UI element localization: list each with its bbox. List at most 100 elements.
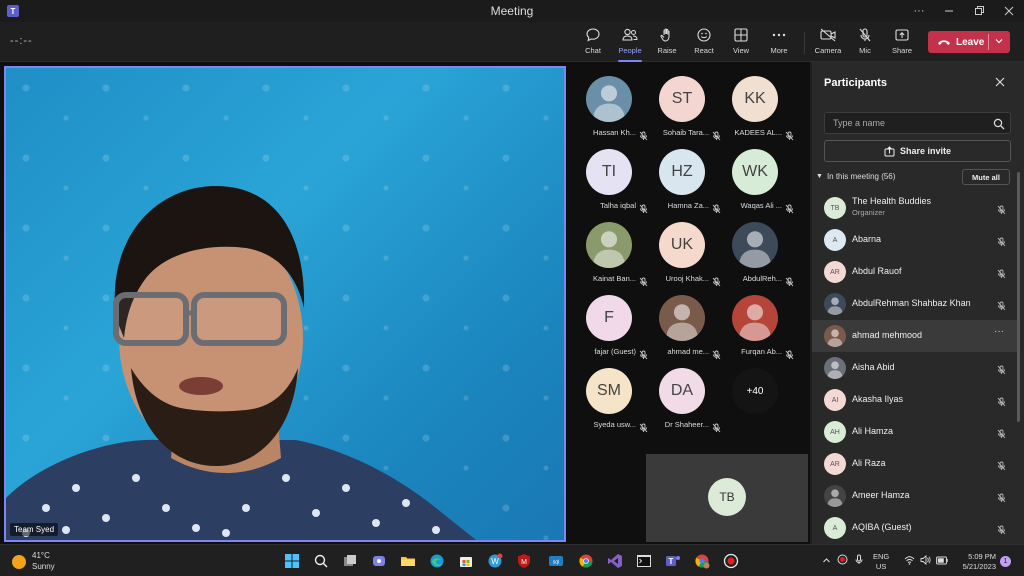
notification-badge[interactable]: 1 [1000, 556, 1011, 567]
chat-icon [585, 26, 601, 44]
close-icon[interactable] [994, 75, 1006, 93]
chevron-up-icon[interactable] [822, 552, 831, 570]
screen-recorder-icon[interactable] [720, 550, 742, 572]
chat-button[interactable]: Chat [575, 26, 611, 60]
participant-row[interactable]: Aisha Abid [812, 352, 1018, 384]
participant-tile[interactable]: Hassan Kh... [572, 70, 648, 142]
svg-text:M: M [521, 559, 527, 566]
participant-name: KADEES AL... [734, 128, 782, 137]
mute-all-button[interactable]: Mute all [962, 169, 1010, 185]
store-icon[interactable] [455, 550, 477, 572]
mic-off-icon[interactable] [997, 202, 1006, 220]
mic-off-icon[interactable] [997, 490, 1006, 508]
participant-avatar: HZ [659, 149, 705, 195]
share-button[interactable]: Share [884, 26, 920, 60]
panel-scrollbar[interactable] [1017, 172, 1020, 422]
mic-button[interactable]: Mic [847, 26, 883, 60]
taskbar-search-icon[interactable] [310, 550, 332, 572]
in-meeting-section-toggle[interactable]: ▼ In this meeting (56) [816, 172, 895, 181]
participant-tile[interactable]: Ffajar (Guest) [572, 289, 648, 361]
more-options-icon[interactable]: ··· [994, 326, 1004, 337]
quick-settings[interactable] [904, 545, 948, 576]
search-input[interactable] [825, 113, 993, 133]
teams-taskbar-icon[interactable]: T [662, 550, 684, 572]
participant-photo [732, 222, 778, 268]
recording-tray-icon[interactable] [837, 552, 848, 570]
raise-hand-button[interactable]: Raise [649, 26, 685, 60]
mic-off-icon[interactable] [997, 458, 1006, 476]
participant-name: Dr Shaheer... [664, 420, 709, 429]
mic-tray-icon[interactable] [854, 552, 864, 570]
search-icon[interactable] [993, 117, 1005, 135]
participant-tile[interactable]: Kainat Ban... [572, 216, 648, 288]
share-invite-label: Share invite [899, 146, 952, 156]
participant-row[interactable]: A Abarna [812, 224, 1018, 256]
mic-off-icon[interactable] [997, 426, 1006, 444]
self-view-tile[interactable]: TB [646, 454, 808, 542]
participant-row[interactable]: AI Akasha Ilyas [812, 384, 1018, 416]
restore-button[interactable] [964, 0, 994, 22]
participant-row[interactable]: TB The Health Buddies Organizer [812, 192, 1018, 224]
participant-tile[interactable]: HZ Hamna Za... [645, 143, 721, 215]
participant-row[interactable]: AH Ali Hamza [812, 416, 1018, 448]
participant-tile[interactable]: SM Syeda usw... [572, 362, 648, 434]
svg-text:sql: sql [553, 560, 559, 566]
weather-widget[interactable]: 41°C Sunny [12, 550, 55, 572]
participant-role: Organizer [852, 208, 885, 217]
camera-button[interactable]: Camera [810, 26, 846, 60]
view-button[interactable]: View [723, 26, 759, 60]
system-tray [822, 545, 864, 576]
language-indicator[interactable]: ENG US [873, 552, 889, 572]
people-button[interactable]: People [612, 26, 648, 62]
mic-off-icon[interactable] [997, 234, 1006, 252]
close-button[interactable] [994, 0, 1024, 22]
self-avatar: TB [708, 478, 746, 516]
system-clock[interactable]: 5:09 PM 5/21/2023 [952, 552, 996, 572]
mic-off-icon[interactable] [997, 298, 1006, 316]
chevron-down-icon[interactable] [994, 36, 1004, 49]
wikipedia-app-icon[interactable]: W [484, 550, 506, 572]
more-button[interactable]: More [761, 26, 797, 60]
participant-tile[interactable]: DA Dr Shaheer... [645, 362, 721, 434]
participant-tile[interactable]: Furqan Ab... [718, 289, 794, 361]
leave-button[interactable]: Leave [928, 31, 1010, 53]
participant-tile[interactable]: UK Urooj Khak... [645, 216, 721, 288]
more-options-icon[interactable]: ··· [904, 0, 934, 22]
language-code: ENG [873, 552, 890, 561]
participant-tile[interactable]: ahmad me... [645, 289, 721, 361]
visual-studio-icon[interactable] [604, 550, 626, 572]
chrome-icon[interactable] [575, 550, 597, 572]
windows-start-icon[interactable] [281, 550, 303, 572]
weather-desc: Sunny [32, 562, 55, 571]
react-button[interactable]: React [686, 26, 722, 60]
participant-row[interactable]: ahmad mehmood ··· [812, 320, 1018, 352]
participant-tile[interactable]: AbdulReh... [718, 216, 794, 288]
teams-chat-taskbar-icon[interactable] [368, 550, 390, 572]
edge-icon[interactable] [426, 550, 448, 572]
sun-icon [12, 555, 26, 569]
overflow-participants-tile[interactable]: +40 [718, 362, 792, 434]
mic-off-icon[interactable] [997, 394, 1006, 412]
mic-off-icon[interactable] [997, 362, 1006, 380]
participant-row[interactable]: AbdulRehman Shahbaz Khan [812, 288, 1018, 320]
participant-row[interactable]: A AQIBA (Guest) [812, 512, 1018, 544]
terminal-icon[interactable] [633, 550, 655, 572]
participant-tile[interactable]: WK Waqas Ali ... [718, 143, 794, 215]
chrome-profile-icon[interactable] [691, 550, 713, 572]
main-video-feed[interactable]: Team Syed [4, 66, 566, 542]
mic-off-icon[interactable] [997, 266, 1006, 284]
participant-tile[interactable]: KK KADEES AL... [718, 70, 794, 142]
teams-meeting-window: T Meeting ··· --:-- Chat People Raise Re… [0, 0, 1024, 576]
mysql-icon[interactable]: sql [545, 550, 567, 572]
minimize-button[interactable] [934, 0, 964, 22]
mic-off-icon[interactable] [997, 522, 1006, 540]
task-view-icon[interactable] [339, 550, 361, 572]
participant-row[interactable]: AR Abdul Rauof [812, 256, 1018, 288]
file-explorer-icon[interactable] [397, 550, 419, 572]
participant-tile[interactable]: TI Talha iqbal [572, 143, 648, 215]
participant-row[interactable]: AR Ali Raza [812, 448, 1018, 480]
participant-row[interactable]: Ameer Hamza [812, 480, 1018, 512]
participant-tile[interactable]: ST Sohaib Tara... [645, 70, 721, 142]
mcafee-icon[interactable]: M [513, 550, 535, 572]
share-invite-button[interactable]: Share invite [824, 140, 1011, 162]
